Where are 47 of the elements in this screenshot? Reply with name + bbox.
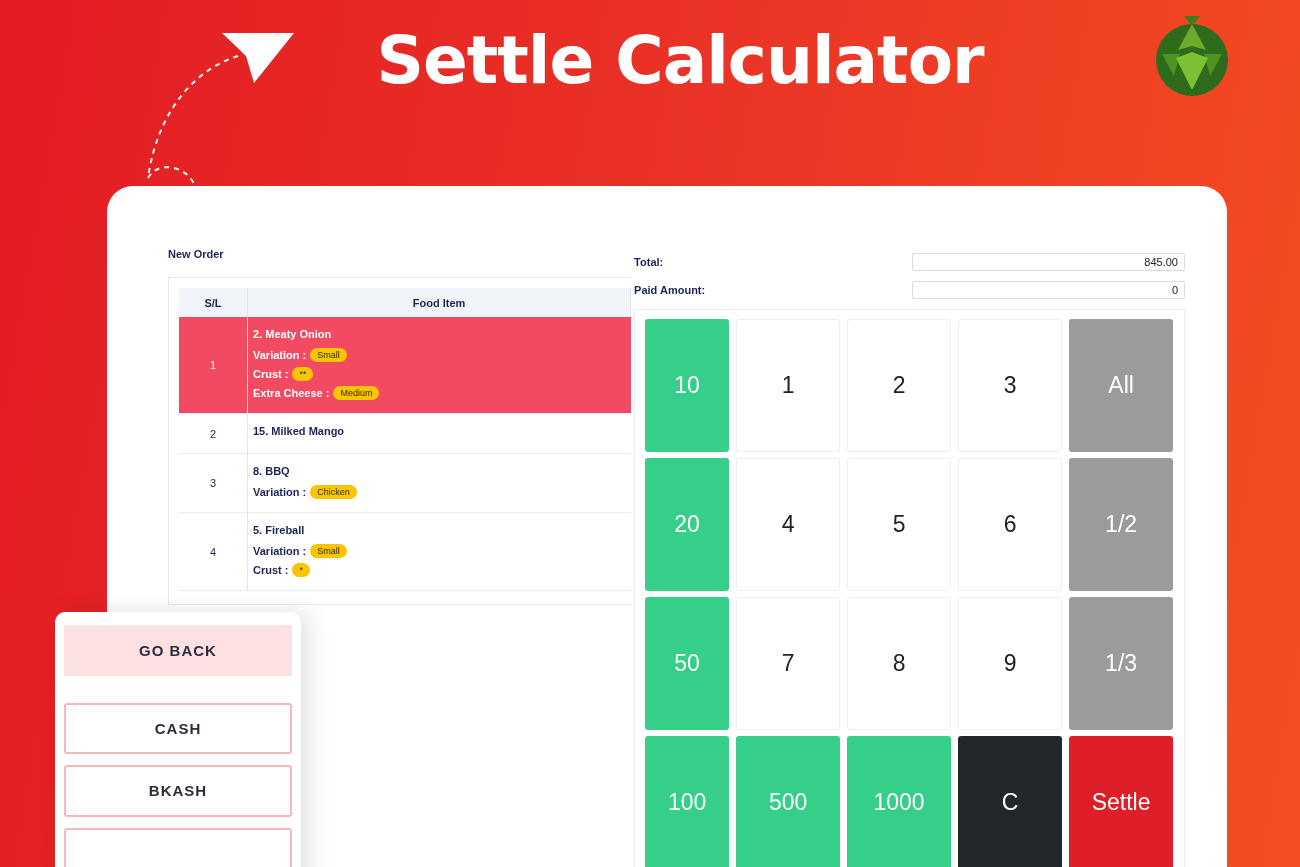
option-badge: Medium	[333, 386, 380, 400]
keypad-key[interactable]: C	[958, 736, 1063, 867]
serial-cell: 4	[179, 512, 248, 591]
amount-label: Paid Amount:	[634, 284, 706, 296]
keypad-key[interactable]: 7	[736, 597, 841, 730]
option-badge: Chicken	[310, 485, 357, 499]
option-label: Variation :	[253, 545, 307, 557]
item-name: 2. Meaty Onion	[253, 328, 333, 340]
keypad-key[interactable]: 6	[958, 458, 1063, 591]
option-label: Variation :	[253, 486, 307, 498]
option-label: Crust :	[253, 368, 289, 380]
option-label: Extra Cheese :	[253, 387, 330, 399]
payment-button[interactable]: CASH	[64, 702, 292, 755]
item-name: 8. BBQ	[253, 465, 291, 477]
column-header: S/L	[179, 288, 248, 317]
page-title: Settle Calculator	[376, 22, 984, 99]
keypad-key[interactable]: 5	[847, 458, 952, 591]
serial-cell: 3	[179, 453, 248, 513]
serial-cell: 2	[179, 413, 248, 454]
go-back-button[interactable]: GO BACK	[64, 625, 292, 676]
amount-label: Total:	[634, 256, 664, 268]
amount-field[interactable]: 0	[912, 281, 1185, 299]
payment-button[interactable]	[64, 827, 292, 867]
keypad-key[interactable]: Settle	[1069, 736, 1174, 867]
option-label: Crust :	[253, 564, 289, 576]
amount-field[interactable]: 845.00	[912, 253, 1185, 271]
keypad-key[interactable]: 2	[847, 319, 952, 452]
order-row[interactable]: 3 8. BBQ Variation : Chicken	[179, 453, 631, 513]
column-header: Food Item	[247, 288, 631, 317]
payment-button[interactable]: BKASH	[64, 765, 292, 817]
order-heading: New Order	[168, 248, 225, 260]
option-badge: **	[292, 367, 314, 381]
item-name: 5. Fireball	[253, 524, 306, 536]
option-badge: Small	[310, 348, 347, 362]
keypad-key[interactable]: 1	[736, 319, 841, 452]
order-row[interactable]: 4 5. Fireball Variation : Small Crust : *	[179, 512, 631, 591]
item-name: 15. Milked Mango	[253, 425, 346, 437]
keypad-key[interactable]: 4	[736, 458, 841, 591]
option-badge: Small	[310, 544, 347, 558]
option-label: Variation :	[253, 349, 307, 361]
option-badge: *	[292, 563, 310, 577]
order-row[interactable]: 1 2. Meaty Onion Variation : Small Crust : ** Extra Cheese : Medium	[179, 317, 631, 414]
keypad-key[interactable]: 3	[958, 319, 1063, 452]
serial-cell: 1	[179, 317, 248, 414]
order-row[interactable]: 2 15. Milked Mango	[179, 413, 631, 454]
keypad-key[interactable]: 9	[958, 597, 1063, 730]
keypad-key[interactable]: 8	[847, 597, 952, 730]
